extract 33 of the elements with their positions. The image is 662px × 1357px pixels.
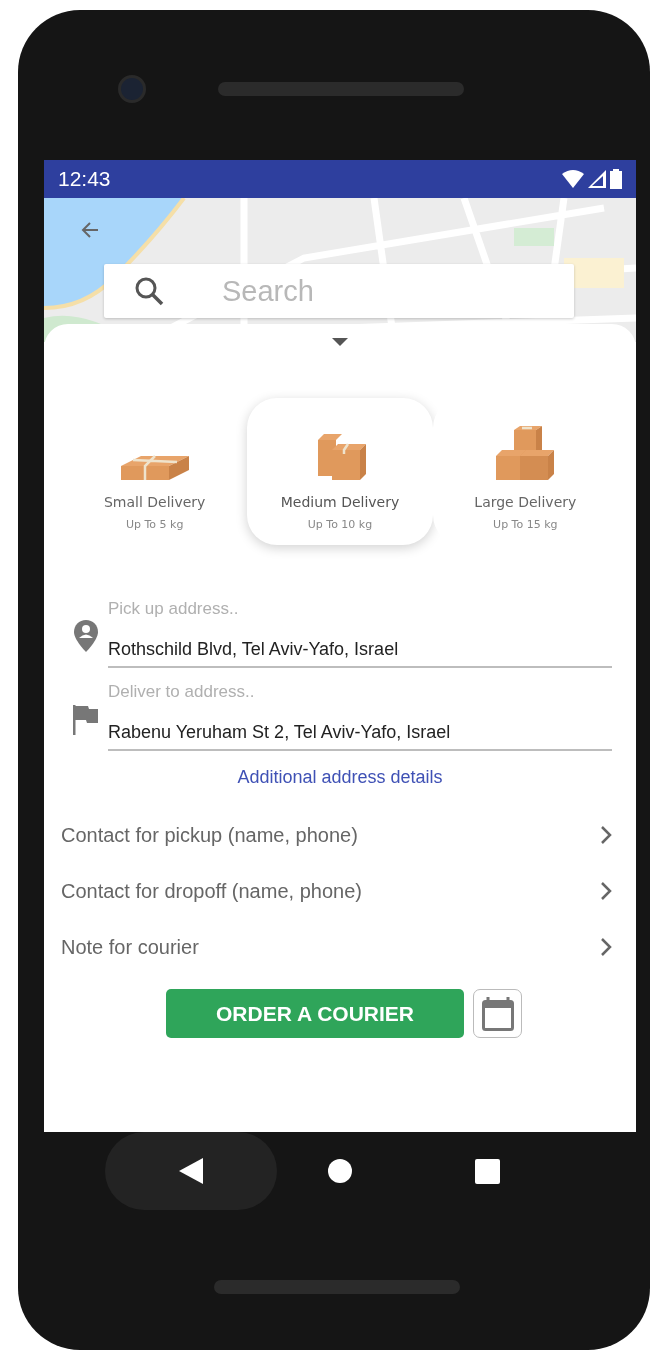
field-label: Pick up address.. — [108, 599, 240, 619]
camera-lens — [118, 75, 146, 103]
chevron-right-icon — [600, 937, 612, 957]
map-pin-icon — [74, 620, 98, 652]
signal-icon — [588, 170, 606, 188]
address-field[interactable]: Rothschild Blvd, Tel Aviv-Yafo, Israel — [108, 639, 612, 660]
battery-icon — [610, 169, 622, 189]
address-field[interactable]: Rabenu Yeruham St 2, Tel Aviv-Yafo, Israel — [108, 722, 612, 743]
calendar-button[interactable] — [473, 989, 522, 1038]
caret-icon[interactable] — [332, 338, 348, 346]
delivery-title: Medium Delivery — [280, 494, 400, 510]
details-row[interactable]: Note for courier — [61, 930, 612, 964]
order-courier-button[interactable]: ORDER A COURIER — [166, 989, 464, 1038]
search-field[interactable]: Search — [104, 264, 574, 318]
field-label: Deliver to address.. — [108, 682, 256, 702]
weight-limit: Up To 15 kg — [493, 518, 558, 531]
delivery-option-card[interactable]: Medium Delivery Up To 10 kg — [247, 398, 433, 545]
delivery-title: Small Delivery — [103, 494, 206, 510]
chevron-right-icon — [600, 825, 612, 845]
details-row[interactable]: Contact for dropoff (name, phone) — [61, 874, 612, 908]
nav-home-button[interactable] — [328, 1159, 352, 1183]
weight-limit: Up To 5 kg — [125, 518, 184, 531]
wifi-icon — [562, 170, 584, 188]
weight-limit: Up To 10 kg — [307, 518, 373, 531]
status-time: 12:43 — [58, 167, 111, 191]
chevron-right-icon — [600, 881, 612, 901]
delivery-title: Large Delivery — [474, 494, 577, 510]
calendar-icon — [480, 995, 515, 1032]
nav-recents-button[interactable] — [475, 1158, 500, 1184]
flag-icon — [73, 705, 99, 735]
details-row[interactable]: Contact for pickup (name, phone) — [61, 818, 612, 852]
additional-details-link[interactable]: Additional address details — [237, 767, 443, 788]
back-triangle-icon — [179, 1158, 203, 1184]
